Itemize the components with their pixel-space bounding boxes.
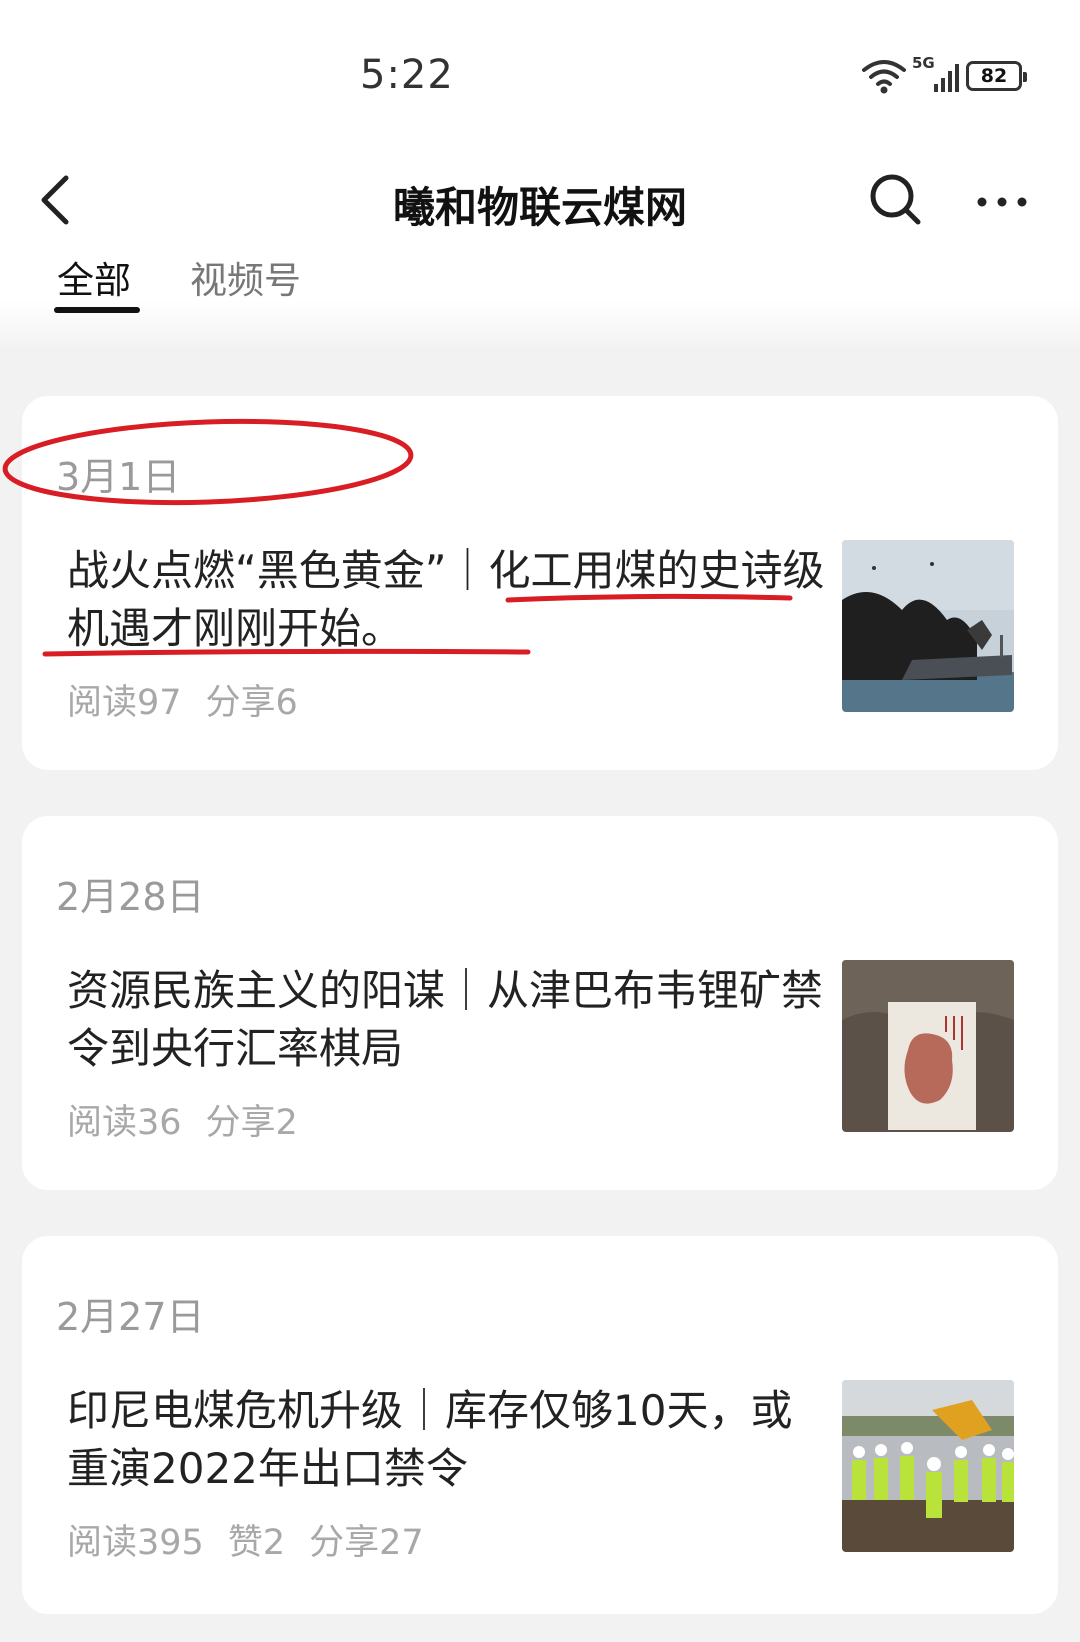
article-stats: 阅读97 分享6 [67, 674, 322, 725]
read-count: 阅读97 [67, 683, 182, 723]
cellular-icon: 5G [912, 54, 960, 94]
article-card[interactable]: 2月28日 资源民族主义的阳谋｜从津巴布韦锂矿禁令到央行汇率棋局 阅读36 分享2 [22, 816, 1058, 1190]
read-count: 阅读395 [67, 1523, 204, 1563]
share-count: 分享2 [205, 1103, 298, 1143]
tab-video[interactable]: 视频号 [190, 250, 301, 304]
article-card[interactable]: 2月27日 印尼电煤危机升级｜库存仅够10天，或重演2022年出口禁令 阅读39… [22, 1236, 1058, 1614]
battery-icon: 82 [966, 61, 1027, 91]
article-title[interactable]: 战火点燃“黑色黄金”｜化工用煤的史诗级机遇才刚刚开始。 [67, 542, 827, 658]
article-title[interactable]: 印尼电煤危机升级｜库存仅够10天，或重演2022年出口禁令 [67, 1382, 827, 1498]
navigation-bar: 曦和物联云煤网 [0, 150, 1080, 250]
article-date: 2月27日 [56, 1295, 205, 1339]
tab-active-indicator [54, 307, 140, 313]
share-count: 分享6 [205, 683, 298, 723]
battery-level: 82 [980, 65, 1008, 87]
header-area: 5:22 5G 82 曦和物联云煤网 全部 视频号 [0, 0, 1080, 350]
article-stats: 阅读36 分享2 [67, 1094, 322, 1145]
share-count: 分享27 [309, 1523, 424, 1563]
tab-bar: 全部 视频号 [0, 245, 1080, 315]
status-icons: 5G 82 [862, 54, 1027, 94]
status-time: 5:22 [360, 52, 454, 98]
article-stats: 阅读395 赞2 分享27 [67, 1514, 448, 1565]
article-date: 2月28日 [56, 875, 205, 919]
tab-all[interactable]: 全部 [57, 250, 131, 304]
article-date: 3月1日 [56, 455, 181, 499]
status-bar: 5:22 5G 82 [0, 0, 1080, 150]
article-thumbnail[interactable] [842, 540, 1014, 712]
article-thumbnail[interactable] [842, 1380, 1014, 1552]
article-card[interactable]: 3月1日 战火点燃“黑色黄金”｜化工用煤的史诗级机遇才刚刚开始。 阅读97 分享6 [22, 396, 1058, 770]
more-options-icon[interactable] [972, 168, 1032, 228]
read-count: 阅读36 [67, 1103, 182, 1143]
like-count: 赞2 [227, 1523, 286, 1563]
article-thumbnail[interactable] [842, 960, 1014, 1132]
article-title[interactable]: 资源民族主义的阳谋｜从津巴布韦锂矿禁令到央行汇率棋局 [67, 962, 827, 1078]
wifi-icon [862, 60, 906, 94]
search-icon[interactable] [866, 168, 926, 228]
